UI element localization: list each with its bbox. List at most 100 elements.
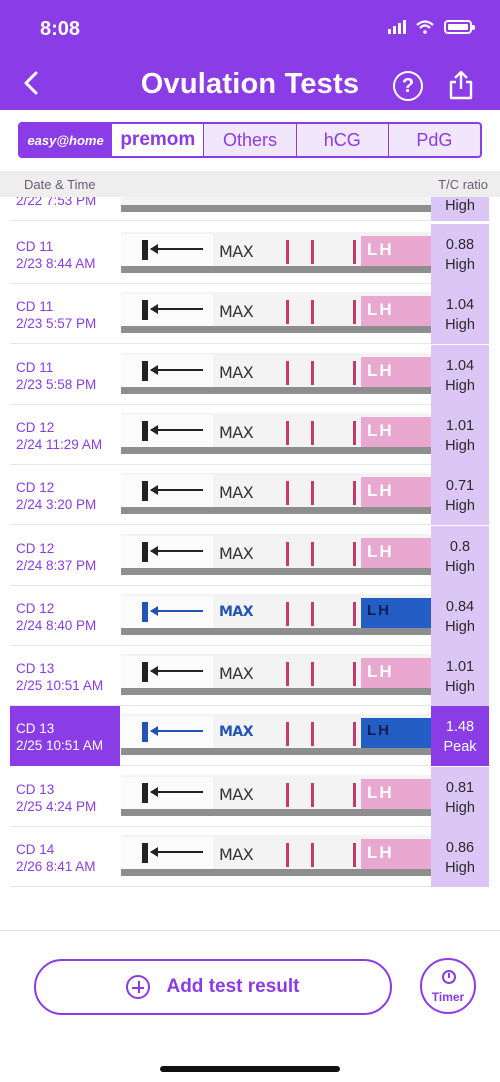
test-strip-image: MAX LH	[121, 292, 431, 334]
tc-ratio-cell: 0.71 High	[431, 465, 489, 526]
ratio-level: Peak	[443, 739, 477, 756]
ratio-level: High	[445, 257, 475, 273]
test-date-block: CD 13 2/25 10:51 AM	[16, 660, 103, 694]
tc-ratio-value: 1.01	[445, 659, 475, 676]
test-date-block: CD 11 2/23 5:57 PM	[16, 298, 96, 332]
cycle-day: CD 12	[16, 600, 55, 616]
list-item[interactable]: CD 11 2/23 5:58 PM MAX LH 1.04 High	[10, 344, 490, 405]
tc-ratio-cell: 0.8 High	[431, 525, 489, 586]
test-date-block: CD 12 2/24 8:40 PM	[16, 600, 96, 634]
strip-lh-text: LH	[361, 658, 431, 689]
test-datetime: 2/25 4:24 PM	[16, 798, 97, 814]
tab-premom[interactable]: premom	[112, 124, 205, 156]
list-item[interactable]: CD 12 2/24 8:40 PM MAX LH 0.84 High	[10, 585, 490, 646]
help-button[interactable]: ?	[393, 71, 423, 101]
list-item[interactable]: CD 12 2/24 3:20 PM MAX LH 0.71 High	[10, 465, 490, 526]
cycle-day: CD 11	[16, 239, 54, 254]
timer-label: Timer	[431, 990, 465, 1004]
test-strip-image: MAX LH	[121, 714, 431, 756]
test-date-block: CD 12 2/24 8:37 PM	[16, 540, 96, 574]
strip-max-text: MAX	[219, 845, 254, 864]
test-datetime: 2/24 8:40 PM	[16, 617, 97, 633]
cycle-day: CD 12	[16, 540, 55, 556]
test-datetime: 2/23 8:44 AM	[16, 256, 96, 271]
tc-ratio-cell: 1.04 High	[431, 284, 489, 345]
ratio-level: High	[445, 679, 475, 696]
ratio-level: High	[445, 498, 475, 515]
tab-easy-at-home[interactable]: easy@home	[20, 124, 113, 156]
tc-ratio-value: 1.01	[445, 417, 475, 434]
ratio-level: High	[445, 377, 475, 394]
tc-ratio-cell: 1.04 High	[431, 344, 489, 405]
share-icon[interactable]	[448, 70, 474, 100]
cycle-day: CD 12	[16, 419, 55, 435]
strip-lh-text: LH	[361, 236, 431, 266]
timer-button[interactable]: Timer	[420, 958, 476, 1014]
test-strip-image: MAX LH	[121, 473, 431, 515]
cycle-day: CD 12	[16, 480, 55, 496]
ratio-level: High	[445, 618, 475, 635]
test-datetime: 2/22 7:53 PM	[16, 197, 97, 208]
tc-ratio-value: 1.04	[445, 357, 475, 374]
list-item[interactable]: CD 11 2/23 8:44 AM MAX LH 0.88 High	[10, 224, 490, 284]
add-test-result-label: Add test result	[166, 976, 300, 997]
column-date-time: Date & Time	[24, 177, 96, 192]
list-item-partial[interactable]: 2/22 7:53 PM High	[10, 197, 490, 221]
strip-max-text: MAX	[219, 242, 254, 261]
tab-hcg[interactable]: hCG	[297, 124, 389, 156]
list-item[interactable]: CD 12 2/24 8:37 PM MAX LH 0.8 High	[10, 525, 490, 586]
tc-ratio-value: 0.8	[449, 538, 471, 555]
list-item[interactable]: CD 13 2/25 4:24 PM MAX LH 0.81 High	[10, 766, 490, 827]
column-tc-ratio: T/C ratio	[438, 177, 488, 192]
timer-icon	[442, 970, 456, 984]
test-datetime: 2/23 5:57 PM	[16, 316, 97, 332]
ratio-level: High	[445, 799, 475, 816]
test-strip-image: MAX LH	[121, 412, 431, 454]
test-date-block: CD 13 2/25 10:51 AM	[16, 720, 103, 754]
brand-tabs: easy@home premom Others hCG PdG	[18, 122, 482, 158]
test-list[interactable]: 2/22 7:53 PM High CD 11 2/23 8:44 AM MAX LH…	[0, 197, 500, 887]
strip-max-text: MAX	[219, 724, 254, 741]
tc-ratio-cell: 1.01 High	[431, 404, 489, 465]
cycle-day: CD 11	[16, 299, 54, 315]
add-test-result-button[interactable]: Add test result	[34, 959, 392, 1015]
app-header: 8:08 Ovulation Tests ?	[0, 0, 500, 110]
test-datetime: 2/24 8:37 PM	[16, 557, 97, 573]
tc-ratio-cell: 0.88 High	[431, 224, 489, 284]
strip-max-text: MAX	[219, 603, 254, 620]
tc-ratio-value: 0.86	[445, 840, 475, 856]
tc-ratio-value: 0.88	[445, 237, 475, 253]
test-datetime: 2/25 10:51 AM	[16, 738, 104, 754]
ratio-level: High	[445, 317, 475, 334]
tc-ratio-cell: 0.84 High	[431, 585, 489, 646]
test-strip-image: MAX LH	[121, 654, 431, 696]
test-date-block: CD 12 2/24 11:29 AM	[16, 419, 102, 453]
tab-pdg[interactable]: PdG	[389, 124, 480, 156]
list-item[interactable]: CD 12 2/24 11:29 AM MAX LH 1.01 High	[10, 404, 490, 465]
test-date-block: CD 14 2/26 8:41 AM	[16, 841, 96, 875]
test-datetime: 2/24 3:20 PM	[16, 497, 97, 513]
strip-max-text: MAX	[219, 362, 254, 382]
strip-max-text: MAX	[219, 422, 254, 442]
tab-others[interactable]: Others	[204, 124, 297, 156]
tc-ratio-value: 0.71	[445, 478, 475, 495]
page-title: Ovulation Tests	[140, 68, 360, 100]
list-item[interactable]: CD 11 2/23 5:57 PM MAX LH 1.04 High	[10, 284, 490, 345]
strip-lh-text: LH	[361, 296, 431, 327]
cycle-day: CD 13	[16, 721, 55, 737]
test-datetime: 2/24 11:29 AM	[16, 436, 103, 452]
test-datetime: 2/23 5:58 PM	[16, 376, 97, 392]
list-item[interactable]: CD 14 2/26 8:41 AM MAX LH 0.86 High	[10, 827, 490, 887]
home-indicator	[160, 1066, 340, 1072]
list-item[interactable]: CD 13 2/25 10:51 AM MAX LH 1.01 High	[10, 646, 490, 707]
status-icons	[388, 20, 475, 34]
list-item[interactable]: CD 13 2/25 10:51 AM MAX LH 1.48 Peak	[10, 706, 490, 767]
strip-max-text: MAX	[219, 784, 254, 804]
test-strip-image	[121, 197, 431, 212]
test-date-block: CD 11 2/23 8:44 AM	[16, 238, 96, 272]
status-time: 8:08	[40, 18, 81, 40]
test-date-block: CD 12 2/24 3:20 PM	[16, 479, 96, 513]
test-strip-image: MAX LH	[121, 352, 431, 394]
ratio-level: High	[445, 437, 475, 454]
test-strip-image: MAX LH	[121, 232, 431, 273]
